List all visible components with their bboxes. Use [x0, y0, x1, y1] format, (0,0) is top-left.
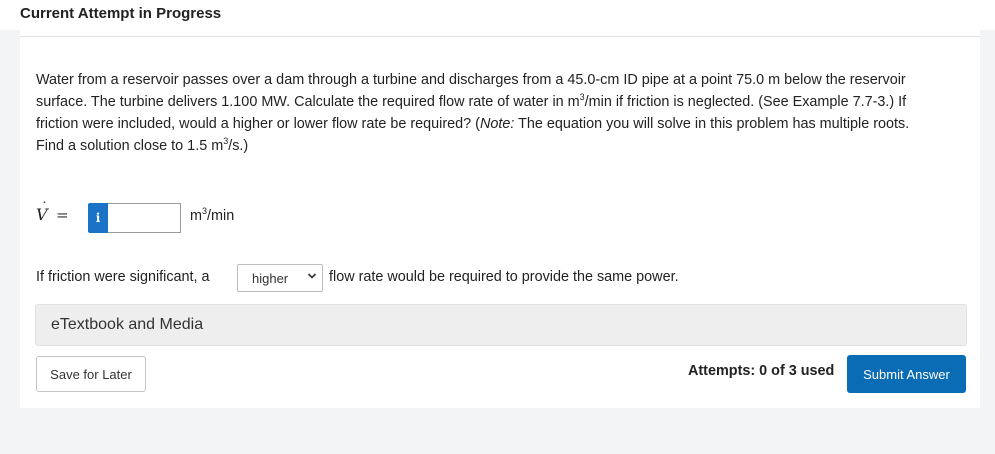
unit-rest: /min	[207, 208, 235, 224]
equals-sign: =	[56, 206, 69, 224]
flow-rate-dropdown[interactable]: higher	[237, 264, 323, 292]
divider	[20, 36, 980, 37]
flow-rate-unit: m3/min	[190, 207, 235, 224]
etextbook-media-label: eTextbook and Media	[51, 316, 204, 333]
page-title: Current Attempt in Progress	[20, 5, 222, 22]
flow-rate-input[interactable]	[108, 203, 181, 233]
friction-suffix-text: flow rate would be required to provide t…	[329, 269, 679, 285]
question-note-label: Note:	[479, 116, 515, 132]
info-icon[interactable]: i	[88, 203, 108, 233]
question-card: Water from a reservoir passes over a dam…	[20, 30, 980, 408]
etextbook-media-panel[interactable]: eTextbook and Media	[35, 304, 967, 346]
flow-rate-dot: ˙	[41, 200, 48, 216]
header-bar: Current Attempt in Progress	[0, 0, 995, 30]
friction-question-row: If friction were significant, a higher f…	[36, 264, 956, 292]
save-for-later-button[interactable]: Save for Later	[36, 356, 146, 392]
answer-row: ˙ V = i m3/min	[36, 200, 436, 234]
chevron-down-icon	[307, 273, 317, 279]
friction-prefix-text: If friction were significant, a	[36, 269, 210, 285]
flow-rate-symbol: ˙ V	[36, 200, 50, 227]
question-text: Water from a reservoir passes over a dam…	[36, 69, 936, 157]
unit-base: m	[190, 208, 202, 224]
dropdown-selected-value: higher	[252, 271, 289, 286]
question-text-part-4: /s.)	[228, 138, 249, 154]
submit-answer-button[interactable]: Submit Answer	[847, 355, 966, 393]
page: Current Attempt in Progress Water from a…	[0, 0, 995, 454]
attempts-counter: Attempts: 0 of 3 used	[688, 363, 835, 379]
